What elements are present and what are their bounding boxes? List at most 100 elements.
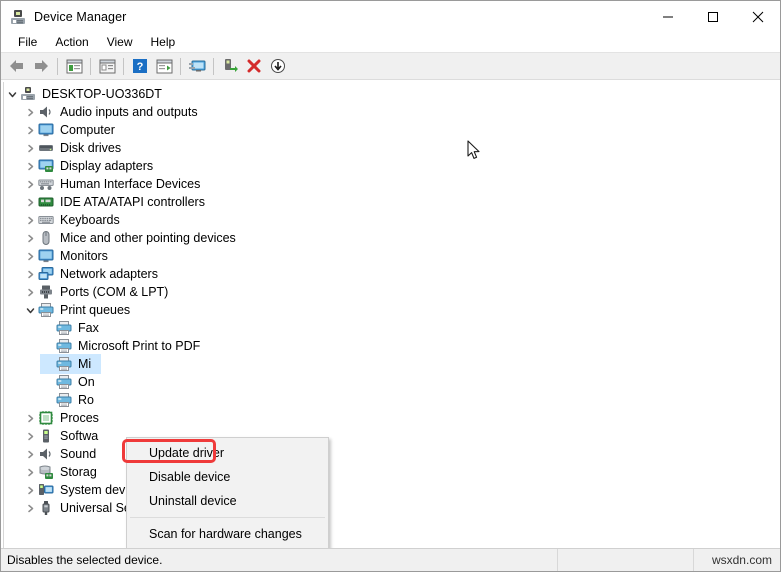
- tree-item-softwa[interactable]: Softwa: [4, 427, 778, 445]
- chevron-right-icon[interactable]: [22, 499, 38, 517]
- context-menu-item-disable-device[interactable]: Disable device: [127, 465, 328, 489]
- chevron-right-icon[interactable]: [22, 103, 38, 121]
- tree-item-display-adapters[interactable]: Display adapters: [4, 157, 778, 175]
- chevron-right-icon[interactable]: [22, 175, 38, 193]
- tree-item-content[interactable]: IDE ATA/ATAPI controllers: [22, 192, 215, 212]
- tree-item-content[interactable]: Fax: [40, 318, 109, 338]
- enable-device-button[interactable]: [218, 55, 242, 78]
- menu-view[interactable]: View: [98, 33, 142, 52]
- chevron-right-icon[interactable]: [22, 283, 38, 301]
- tree-item-sound[interactable]: Sound: [4, 445, 778, 463]
- tree-item-fax[interactable]: Fax: [4, 319, 778, 337]
- tree-item-content[interactable]: Disk drives: [22, 138, 131, 158]
- tree-item-content[interactable]: Display adapters: [22, 156, 163, 176]
- tree-item-mi[interactable]: Mi: [4, 354, 778, 374]
- menu-help[interactable]: Help: [142, 33, 185, 52]
- scan-monitor-icon: [188, 60, 205, 72]
- properties-button[interactable]: [95, 55, 119, 78]
- tree-item-mice-and-other-pointing-devices[interactable]: Mice and other pointing devices: [4, 229, 778, 247]
- tree-item-content[interactable]: Print queues: [22, 300, 140, 320]
- chevron-right-icon[interactable]: [22, 247, 38, 265]
- tree-item-keyboards[interactable]: Keyboards: [4, 211, 778, 229]
- chevron-right-icon[interactable]: [22, 193, 38, 211]
- chevron-right-icon[interactable]: [22, 481, 38, 499]
- context-menu-item-scan-for-hardware-changes[interactable]: Scan for hardware changes: [127, 522, 328, 546]
- toolbar: ?: [1, 53, 780, 80]
- show-hide-console-tree-button[interactable]: [62, 55, 86, 78]
- update-driver-button[interactable]: [152, 55, 176, 78]
- speaker-icon: [38, 446, 54, 462]
- chevron-right-icon[interactable]: [22, 409, 38, 427]
- tree-item-ro[interactable]: Ro: [4, 391, 778, 409]
- chevron-down-icon[interactable]: [22, 301, 38, 319]
- tree-item-content[interactable]: Network adapters: [22, 264, 168, 284]
- tree-item-content[interactable]: Human Interface Devices: [22, 174, 210, 194]
- tree-item-microsoft-print-to-pdf[interactable]: Microsoft Print to PDF: [4, 337, 778, 355]
- close-button[interactable]: [735, 1, 780, 32]
- tree-item-ide-ata-atapi-controllers[interactable]: IDE ATA/ATAPI controllers: [4, 193, 778, 211]
- tree-item-network-adapters[interactable]: Network adapters: [4, 265, 778, 283]
- uninstall-device-button[interactable]: [242, 55, 266, 78]
- maximize-button[interactable]: [690, 1, 735, 32]
- chevron-right-icon[interactable]: [22, 445, 38, 463]
- chevron-right-icon[interactable]: [22, 229, 38, 247]
- chevron-right-icon[interactable]: [22, 139, 38, 157]
- chevron-right-icon[interactable]: [22, 463, 38, 481]
- port-icon: [38, 284, 54, 300]
- back-button[interactable]: [5, 55, 29, 78]
- tree-item-computer[interactable]: Computer: [4, 121, 778, 139]
- chevron-right-icon[interactable]: [22, 157, 38, 175]
- minimize-button[interactable]: [645, 1, 690, 32]
- tree-item-proces[interactable]: Proces: [4, 409, 778, 427]
- tree-item-content[interactable]: Microsoft Print to PDF: [40, 336, 210, 356]
- tree-item-content[interactable]: Mi: [40, 354, 102, 374]
- tree-item-on[interactable]: On: [4, 373, 778, 391]
- context-menu-item-uninstall-device[interactable]: Uninstall device: [127, 489, 328, 513]
- tree-root-label: DESKTOP-UO336DT: [42, 87, 162, 101]
- forward-button[interactable]: [29, 55, 53, 78]
- toolbar-separator-2: [90, 57, 91, 75]
- tree-item-content[interactable]: Sound: [22, 444, 106, 464]
- tree-item-system-devices[interactable]: System devices: [4, 481, 778, 499]
- tree-item-universal-serial-bus-controllers[interactable]: Universal Serial Bus controllers: [4, 499, 778, 517]
- tree-item-content[interactable]: Ro: [40, 390, 104, 410]
- chevron-right-icon[interactable]: [22, 265, 38, 283]
- chevron-right-icon[interactable]: [22, 121, 38, 139]
- console-tree-icon: [66, 59, 82, 73]
- chevron-down-icon[interactable]: [4, 85, 20, 103]
- tree-item-content[interactable]: Proces: [22, 408, 109, 428]
- tree-item-content[interactable]: On: [40, 372, 105, 392]
- tree-item-audio-inputs-and-outputs[interactable]: Audio inputs and outputs: [4, 103, 778, 121]
- tree-item-content[interactable]: Monitors: [22, 246, 118, 266]
- tree-item-label: Fax: [78, 321, 99, 335]
- disk-drive-icon: [38, 140, 54, 156]
- menu-action[interactable]: Action: [46, 33, 97, 52]
- context-menu-item-update-driver[interactable]: Update driver: [127, 441, 328, 465]
- tree-item-human-interface-devices[interactable]: Human Interface Devices: [4, 175, 778, 193]
- tree-item-monitors[interactable]: Monitors: [4, 247, 778, 265]
- enable-device-icon: [225, 59, 238, 72]
- tree-item-storag[interactable]: Storag: [4, 463, 778, 481]
- tree-item-print-queues[interactable]: Print queues: [4, 301, 778, 319]
- device-tree[interactable]: DESKTOP-UO336DT Audio inputs and outputs…: [3, 82, 778, 548]
- tree-item-label: Sound: [60, 447, 97, 461]
- menu-file[interactable]: File: [9, 33, 46, 52]
- tree-item-content[interactable]: Keyboards: [22, 210, 130, 230]
- tree-item-disk-drives[interactable]: Disk drives: [4, 139, 778, 157]
- tree-item-content[interactable]: Storag: [22, 462, 107, 482]
- tree-item-content[interactable]: Mice and other pointing devices: [22, 228, 246, 248]
- disable-device-button[interactable]: [266, 55, 290, 78]
- tree-item-content[interactable]: Softwa: [22, 426, 108, 446]
- tree-item-ports-com-lpt[interactable]: Ports (COM & LPT): [4, 283, 778, 301]
- tree-item-content[interactable]: Computer: [22, 120, 125, 140]
- tree-item-content[interactable]: Ports (COM & LPT): [22, 282, 178, 302]
- chevron-right-icon[interactable]: [22, 211, 38, 229]
- device-context-menu[interactable]: Update driver Disable device Uninstall d…: [126, 437, 329, 548]
- printer-icon: [56, 320, 72, 336]
- help-button[interactable]: ?: [128, 55, 152, 78]
- scan-hardware-changes-button[interactable]: [185, 55, 209, 78]
- chevron-right-icon[interactable]: [22, 427, 38, 445]
- tree-item-content[interactable]: Audio inputs and outputs: [22, 102, 208, 122]
- tree-root-row[interactable]: DESKTOP-UO336DT: [4, 85, 778, 103]
- tree-item-label: Proces: [60, 411, 99, 425]
